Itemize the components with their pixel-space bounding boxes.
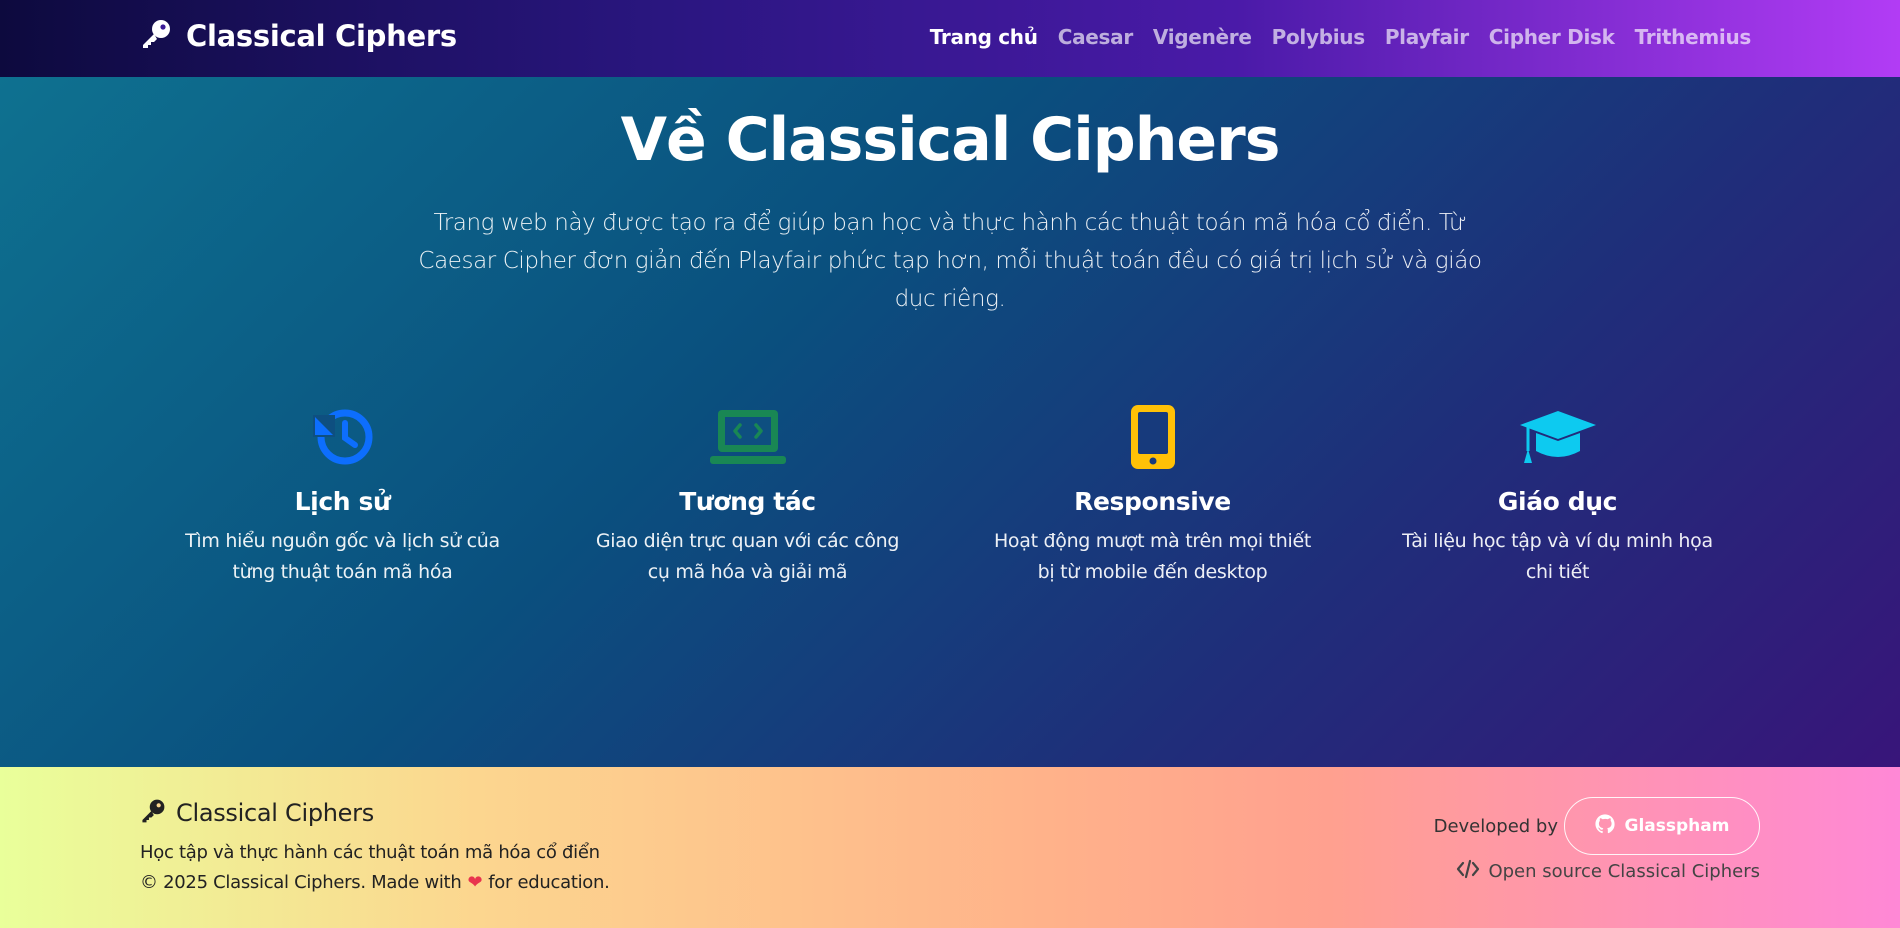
laptop-code-icon: [545, 402, 950, 472]
history-icon: [140, 402, 545, 472]
footer: Classical Ciphers Học tập và thực hành c…: [0, 767, 1900, 928]
features-row: Lịch sử Tìm hiểu nguồn gốc và lịch sử củ…: [140, 402, 1760, 588]
feature-responsive: Responsive Hoạt động mượt mà trên mọi th…: [950, 402, 1355, 588]
feature-education: Giáo dục Tài liệu học tập và ví dụ minh …: [1355, 402, 1760, 588]
footer-brand-name: Classical Ciphers: [176, 799, 374, 827]
graduation-cap-icon: [1355, 402, 1760, 472]
feature-title: Lịch sử: [294, 487, 391, 516]
footer-description: Học tập và thực hành các thuật toán mã h…: [140, 842, 600, 863]
feature-title: Responsive: [1074, 487, 1231, 516]
nav-link-playfair[interactable]: Playfair: [1385, 25, 1469, 49]
github-button[interactable]: Glasspham: [1564, 797, 1760, 855]
copyright-text: © 2025 Classical Ciphers. Made with: [140, 872, 462, 893]
code-icon: [1456, 859, 1480, 884]
github-button-label: Glasspham: [1624, 816, 1730, 836]
open-source-label: Open source Classical Ciphers: [1488, 861, 1760, 882]
feature-title: Giáo dục: [1497, 487, 1618, 516]
mobile-icon: [950, 402, 1355, 472]
open-source-link[interactable]: Open source Classical Ciphers: [1456, 859, 1760, 884]
navbar: Classical Ciphers Trang chủ Caesar Vigen…: [0, 0, 1900, 77]
nav-link-cipher-disk[interactable]: Cipher Disk: [1489, 25, 1615, 49]
feature-history: Lịch sử Tìm hiểu nguồn gốc và lịch sử củ…: [140, 402, 545, 588]
nav-link-caesar[interactable]: Caesar: [1058, 25, 1134, 49]
github-icon: [1594, 813, 1615, 839]
navbar-brand[interactable]: Classical Ciphers: [140, 18, 457, 54]
nav-link-home[interactable]: Trang chủ: [930, 25, 1038, 49]
brand-name: Classical Ciphers: [186, 19, 457, 53]
hero-lead: Trang web này được tạo ra để giúp bạn họ…: [418, 210, 1482, 312]
nav-link-vigenere[interactable]: Vigenère: [1153, 25, 1252, 49]
page-title: Về Classical Ciphers: [620, 105, 1281, 175]
key-icon: [140, 798, 166, 828]
developed-by-label: Developed by: [1433, 815, 1558, 837]
copyright-suffix: for education.: [488, 872, 610, 893]
developer-credit: Developed by Glasspham: [1434, 797, 1760, 855]
feature-title: Tương tác: [679, 487, 816, 516]
footer-brand: Classical Ciphers: [140, 798, 374, 828]
footer-copyright: © 2025 Classical Ciphers. Made with ❤ fo…: [140, 872, 610, 893]
nav-link-polybius[interactable]: Polybius: [1272, 25, 1366, 49]
feature-interactive: Tương tác Giao diện trực quan với các cô…: [545, 402, 950, 588]
feature-text: Tài liệu học tập và ví dụ minh họa chi t…: [1402, 530, 1713, 583]
about-section: Về Classical Ciphers Trang web này được …: [0, 77, 1900, 767]
feature-text: Tìm hiểu nguồn gốc và lịch sử của từng t…: [185, 530, 500, 583]
feature-text: Giao diện trực quan với các công cụ mã h…: [595, 530, 900, 583]
nav-link-trithemius[interactable]: Trithemius: [1635, 25, 1752, 49]
feature-text: Hoạt động mượt mà trên mọi thiết bị từ m…: [993, 530, 1312, 583]
heart-icon: ❤: [467, 872, 483, 893]
nav-links: Trang chủ Caesar Vigenère Polybius Playf…: [930, 25, 1752, 49]
key-icon: [140, 18, 172, 54]
